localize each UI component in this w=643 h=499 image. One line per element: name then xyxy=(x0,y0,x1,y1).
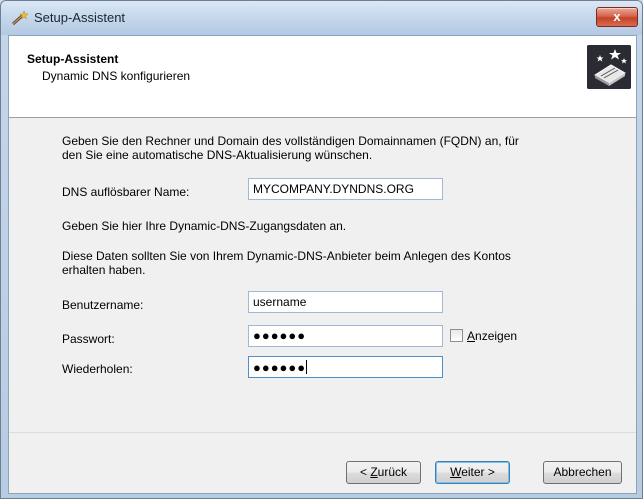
show-password-checkbox[interactable] xyxy=(450,329,463,342)
header-title: Setup-Assistent xyxy=(27,52,119,66)
show-password-label[interactable]: Anzeigen xyxy=(467,329,517,343)
provider-text-line2: erhalten haben. xyxy=(62,263,146,277)
show-password-label-rest: nzeigen xyxy=(475,329,518,343)
repeat-password-label: Wiederholen: xyxy=(62,362,133,376)
access-data-text: Geben Sie hier Ihre Dynamic-DNS-Zugangsd… xyxy=(62,219,347,233)
password-label: Passwort: xyxy=(62,332,115,346)
username-value: username xyxy=(253,295,307,309)
show-password-mnemonic: A xyxy=(467,329,476,343)
password-input[interactable]: ●●●●●● xyxy=(248,325,443,347)
repeat-password-input[interactable]: ●●●●●● xyxy=(248,356,443,378)
text-caret xyxy=(306,360,308,374)
wizard-header: Setup-Assistent Dynamic DNS konfiguriere… xyxy=(9,36,636,118)
footer-separator xyxy=(9,432,636,433)
window-title: Setup-Assistent xyxy=(34,10,126,25)
password-value: ●●●●●● xyxy=(253,328,307,343)
close-button[interactable]: x xyxy=(596,7,638,27)
provider-text-line1: Diese Daten sollten Sie von Ihrem Dynami… xyxy=(62,249,511,263)
back-button-prefix: < xyxy=(359,465,371,479)
wizard-client-area: Setup-Assistent Dynamic DNS konfiguriere… xyxy=(8,35,637,494)
intro-text-line2: den Sie eine automatische DNS-Aktualisie… xyxy=(62,148,373,162)
close-icon: x xyxy=(613,9,621,24)
dns-name-value: MYCOMPANY.DYNDNS.ORG xyxy=(253,182,414,196)
cancel-button[interactable]: Abbrechen xyxy=(543,461,622,484)
wizard-wand-icon xyxy=(11,10,29,26)
username-input[interactable]: username xyxy=(248,291,443,313)
network-device-wizard-icon xyxy=(587,45,631,89)
next-button-label-rest: eiter > xyxy=(461,465,495,479)
repeat-password-value: ●●●●●● xyxy=(253,360,307,375)
title-bar[interactable]: Setup-Assistent x xyxy=(1,1,642,35)
dns-name-label: DNS auflösbarer Name: xyxy=(62,185,190,199)
next-button-mnemonic: W xyxy=(450,465,462,479)
header-subtitle: Dynamic DNS konfigurieren xyxy=(42,69,191,83)
intro-text-line1: Geben Sie den Rechner und Domain des vol… xyxy=(62,134,519,148)
back-button[interactable]: < Zurück xyxy=(346,461,421,484)
back-button-mnemonic: Z xyxy=(370,465,378,479)
dns-name-input[interactable]: MYCOMPANY.DYNDNS.ORG xyxy=(248,178,443,200)
back-button-label-rest: urück xyxy=(377,465,408,479)
username-label: Benutzername: xyxy=(62,298,144,312)
next-button[interactable]: Weiter > xyxy=(435,461,510,484)
setup-wizard-window: Setup-Assistent x Setup-Assistent Dynami… xyxy=(0,0,643,499)
